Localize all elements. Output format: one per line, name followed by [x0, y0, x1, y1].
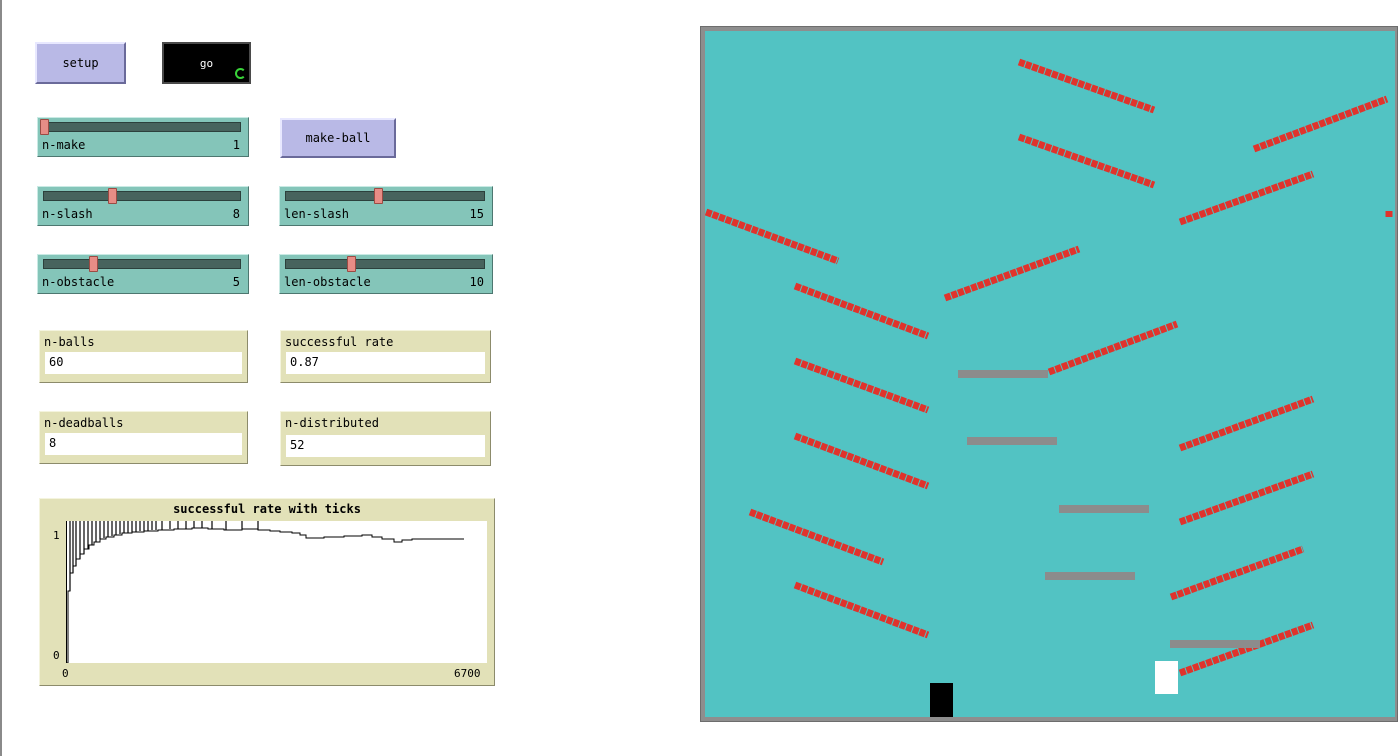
slash-barrier	[705, 208, 840, 265]
slash-barrier	[1178, 470, 1315, 526]
plot-title: successful rate with ticks	[173, 502, 361, 516]
black-bin	[930, 683, 953, 717]
plot-successful-rate: successful rate with ticks 1 0 0 6700	[39, 498, 495, 686]
plot-tick-spikes	[69, 521, 259, 591]
slider-label: n-slash	[42, 207, 93, 221]
slider-label: n-make	[42, 138, 86, 152]
monitor-value: 8	[45, 433, 242, 455]
slash-barriers	[705, 58, 1393, 677]
setup-button[interactable]: setup	[35, 42, 126, 84]
slider-handle[interactable]	[374, 188, 384, 204]
slash-barrier	[793, 432, 930, 490]
obstacle-bar	[958, 370, 1048, 378]
slider-handle[interactable]	[88, 256, 98, 272]
monitor-label: n-deadballs	[44, 416, 124, 430]
plot-x-max-label: 6700	[454, 667, 481, 680]
monitor-value: 60	[45, 352, 242, 374]
slider-track	[285, 259, 485, 269]
slider-track	[43, 191, 241, 201]
slash-barrier	[1178, 621, 1315, 677]
slash-barrier	[748, 508, 885, 566]
plot-svg	[66, 521, 464, 664]
slider-label: n-obstacle	[42, 275, 115, 289]
slider-track	[43, 259, 241, 269]
slash-barrier	[1047, 320, 1179, 376]
slider-track	[43, 122, 241, 132]
go-button[interactable]: go	[162, 42, 251, 84]
slider-len-slash[interactable]: len-slash 15	[279, 186, 493, 226]
plot-y-min-label: 0	[53, 649, 60, 662]
slash-barrier	[793, 282, 930, 340]
make-ball-button[interactable]: make-ball	[280, 118, 396, 158]
slash-barrier	[943, 245, 1081, 302]
slider-value: 15	[469, 207, 484, 221]
slash-barrier	[1017, 133, 1156, 189]
monitor-n-distributed: n-distributed 52	[280, 411, 491, 466]
obstacle-bar	[1059, 505, 1149, 513]
monitor-value: 0.87	[286, 352, 485, 374]
obstacle-bar	[967, 437, 1057, 445]
world-view[interactable]	[705, 31, 1395, 717]
slider-value: 8	[232, 207, 240, 221]
monitor-successful-rate: successful rate 0.87	[280, 330, 491, 383]
forever-icon	[235, 68, 246, 79]
plot-x-min-label: 0	[62, 667, 69, 680]
plot-y-max-label: 1	[53, 529, 60, 542]
slider-len-obstacle[interactable]: len-obstacle 10	[279, 254, 493, 294]
go-button-label: go	[199, 56, 214, 70]
slider-value: 10	[469, 275, 484, 289]
white-bin	[1155, 661, 1178, 694]
slider-label: len-slash	[284, 207, 350, 221]
monitor-label: n-balls	[44, 335, 95, 349]
slash-barrier	[1178, 170, 1315, 226]
slider-value: 1	[232, 138, 240, 152]
slider-handle[interactable]	[346, 256, 356, 272]
monitor-n-balls: n-balls 60	[39, 330, 248, 383]
slash-barrier	[1169, 545, 1305, 601]
monitor-label: successful rate	[285, 335, 394, 349]
slider-value: 5	[232, 275, 240, 289]
plot-area	[66, 521, 487, 664]
setup-button-label: setup	[62, 56, 99, 70]
obstacle-bar	[1170, 640, 1260, 648]
world-svg	[705, 58, 1393, 717]
slash-barrier	[793, 357, 930, 414]
slider-handle[interactable]	[40, 119, 49, 135]
slider-n-make[interactable]: n-make 1	[37, 117, 249, 157]
slider-track	[285, 191, 485, 201]
plot-series-line	[66, 527, 464, 664]
slash-barrier	[1017, 58, 1156, 114]
monitor-label: n-distributed	[285, 416, 379, 430]
slash-barrier	[1252, 95, 1389, 153]
slash-barrier	[793, 581, 930, 639]
make-ball-button-label: make-ball	[305, 131, 371, 145]
left-border	[0, 0, 2, 756]
slider-handle[interactable]	[107, 188, 117, 204]
obstacle-bar	[1045, 572, 1135, 580]
slider-n-slash[interactable]: n-slash 8	[37, 186, 249, 226]
slider-n-obstacle[interactable]: n-obstacle 5	[37, 254, 249, 294]
slash-barrier	[1178, 395, 1315, 452]
monitor-n-deadballs: n-deadballs 8	[39, 411, 248, 464]
monitor-value: 52	[286, 435, 485, 457]
slider-label: len-obstacle	[284, 275, 371, 289]
